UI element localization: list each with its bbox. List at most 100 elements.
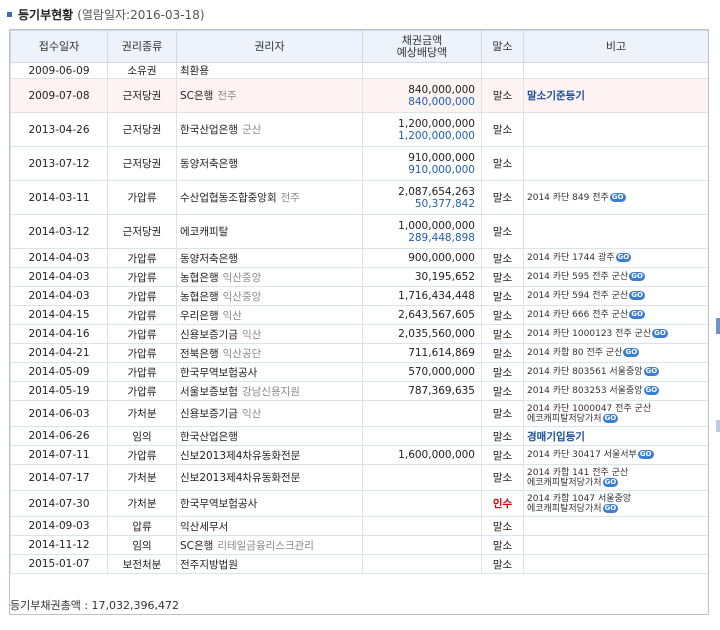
amount-cell: 1,000,000,000 289,448,898 [362, 214, 482, 249]
col-header-type: 권리종류 [107, 30, 177, 63]
cancel-status: 말소 [492, 226, 513, 238]
right-holder-cell: 에코캐피탈 [176, 214, 363, 249]
scrollbar-track-mark [716, 420, 720, 432]
cancel-cell: 말소 [481, 554, 524, 574]
right-holder: 농협은행 [180, 271, 219, 284]
registry-table: 접수일자 권리종류 권리자 채권금액 예상배당액 말소 비고 2009-06-0… [10, 30, 708, 574]
right-holder-branch: 강남신용지원 [241, 385, 300, 398]
col-header-note: 비고 [523, 30, 708, 63]
note-cell[interactable]: 2014 카단 666 전주 군산 GO [523, 305, 708, 325]
receipt-date: 2014-03-12 [28, 225, 90, 238]
amount-cell: 2,035,560,000 [362, 324, 482, 344]
claim-amount: 1,716,434,448 [398, 290, 475, 302]
receipt-date-cell: 2014-04-03 [10, 286, 108, 306]
cancel-cell: 말소 [481, 286, 524, 306]
note-cell [523, 516, 708, 536]
receipt-date: 2014-11-12 [28, 539, 90, 551]
note-cell[interactable]: 2014 카단 803561 서울중앙 GO [523, 362, 708, 382]
right-type: 소유권 [127, 65, 157, 77]
note-text-wrap: 2014 카단 1000123 전주 군산 GO [527, 329, 705, 339]
note-cell[interactable]: 2014 카단 1000123 전주 군산 GO [523, 324, 708, 344]
note-text: 2014 카단 803253 서울중앙 [527, 386, 643, 396]
go-button[interactable]: GO [629, 291, 645, 300]
cancel-status: 말소 [492, 472, 513, 484]
note-cell[interactable]: 2014 카합 1047 서울중앙 에코캐피탈저당가처 GO [523, 490, 708, 517]
note-link[interactable]: 경매기입등기 [527, 431, 585, 443]
note-cell[interactable]: 2014 카단 1000047 전주 군산 에코캐피탈저당가처 GO [523, 400, 708, 427]
right-holder: 전주지방법원 [180, 558, 238, 571]
right-holder-branch: 리테일금융리스크관리 [217, 539, 314, 552]
col-header-amount: 채권금액 예상배당액 [362, 30, 482, 63]
receipt-date: 2014-04-03 [28, 290, 90, 302]
table-row: 2014-04-03 가압류 농협은행 익산중앙 1,716,434,448 말소 2014… [10, 286, 708, 306]
claim-amount: 570,000,000 [408, 366, 475, 378]
cancel-cell: 말소 [481, 248, 524, 268]
go-button[interactable]: GO [637, 450, 654, 459]
amount-cell: 1,200,000,000 1,200,000,000 [362, 112, 482, 147]
note-cell[interactable]: 말소기준등기 [523, 78, 708, 113]
table-header-row: 접수일자 권리종류 권리자 채권금액 예상배당액 말소 비고 [10, 30, 708, 63]
cancel-status: 말소 [492, 408, 513, 420]
amount-cell [362, 464, 482, 491]
right-type: 가압류 [127, 366, 157, 379]
receipt-date-cell: 2014-03-12 [10, 214, 108, 249]
right-holder: 익산세무서 [180, 520, 229, 533]
table-row: 2013-04-26 근저당권 한국산업은행 군산 1,200,000,000 1,200… [10, 112, 708, 147]
table-row: 2014-03-11 가압류 수산업협동조합중앙회 전주 2,087,654,263 50… [10, 180, 708, 215]
table-row: 2014-04-15 가압류 우리은행 익산 2,643,567,605 말소 2014 카… [10, 305, 708, 325]
scrollbar-thumb[interactable] [716, 318, 720, 334]
amount-cell: 2,643,567,605 [362, 305, 482, 325]
note-cell[interactable]: 2014 카단 803253 서울중앙 GO [523, 381, 708, 401]
note-cell[interactable]: 2014 카단 595 전주 군산 GO [523, 267, 708, 287]
right-holder: 한국무역보험공사 [180, 366, 258, 379]
go-button[interactable]: GO [652, 329, 668, 338]
go-button[interactable]: GO [623, 348, 640, 357]
receipt-date: 2014-04-03 [28, 271, 90, 283]
amount-cell: 1,600,000,000 [362, 445, 482, 465]
receipt-date-cell: 2015-01-07 [10, 554, 108, 574]
right-type: 가압류 [127, 328, 157, 341]
note-cell[interactable]: 2014 카합 141 전주 군산 에코캐피탈저당가처 GO [523, 464, 708, 491]
table-row: 2014-11-12 임의 SC은행 리테일금융리스크관리 말소 [10, 535, 708, 555]
right-type: 가압류 [127, 252, 157, 265]
note-cell[interactable]: 경매기입등기 [523, 426, 708, 446]
table-row: 2015-01-07 보전처분 전주지방법원 말소 [10, 554, 708, 574]
note-cell[interactable]: 2014 카단 30417 서울서부 GO [523, 445, 708, 465]
table-row: 2014-04-03 가압류 농협은행 익산중앙 30,195,652 말소 2014 카단… [10, 267, 708, 287]
right-holder-cell: 최환용 [176, 62, 363, 79]
receipt-date: 2014-04-03 [28, 252, 90, 264]
note-cell [523, 146, 708, 181]
cancel-cell: 말소 [481, 535, 524, 555]
right-holder-cell: 동양저축은행 [176, 146, 363, 181]
go-button[interactable]: GO [602, 413, 619, 423]
right-type: 가압류 [127, 309, 157, 322]
note-cell[interactable]: 2014 카단 849 전주 GO [523, 180, 708, 215]
table-row: 2014-07-30 가처분 한국무역보험공사 인수 2014 카합 1047 서울중앙… [10, 490, 708, 517]
note-cell[interactable]: 2014 카단 594 전주 군산 GO [523, 286, 708, 306]
go-button[interactable]: GO [629, 310, 645, 319]
right-holder-cell: 전북은행 익산공단 [176, 343, 363, 363]
right-holder-branch: 익산 [222, 309, 242, 322]
cancel-status: 말소 [492, 558, 513, 571]
note-text: 2014 카단 30417 서울서부 [527, 450, 637, 460]
go-button[interactable]: GO [643, 367, 660, 376]
go-button[interactable]: GO [602, 477, 619, 487]
go-button[interactable]: GO [629, 272, 645, 281]
note-cell[interactable]: 2014 카합 80 전주 군산 GO [523, 343, 708, 363]
right-holder-branch: 전주 [280, 192, 300, 204]
receipt-date-cell: 2013-07-12 [10, 146, 108, 181]
cancel-cell: 말소 [481, 78, 524, 113]
right-type-cell: 근저당권 [107, 78, 177, 113]
note-link[interactable]: 말소기준등기 [527, 90, 585, 102]
note-text: 2014 카단 803561 서울중앙 [527, 367, 643, 377]
right-type-cell: 근저당권 [107, 146, 177, 181]
go-button[interactable]: GO [643, 386, 660, 395]
go-button[interactable]: GO [602, 503, 619, 513]
go-button[interactable]: GO [615, 253, 632, 262]
go-button[interactable]: GO [609, 192, 626, 202]
right-type: 임의 [132, 539, 152, 552]
note-cell[interactable]: 2014 카단 1744 광주 GO [523, 248, 708, 268]
receipt-date-cell: 2009-07-08 [10, 78, 108, 113]
right-type-cell: 가처분 [107, 400, 177, 427]
table-row: 2014-07-11 가압류 신보2013제4차유동화전문 1,600,000,000… [10, 445, 708, 465]
